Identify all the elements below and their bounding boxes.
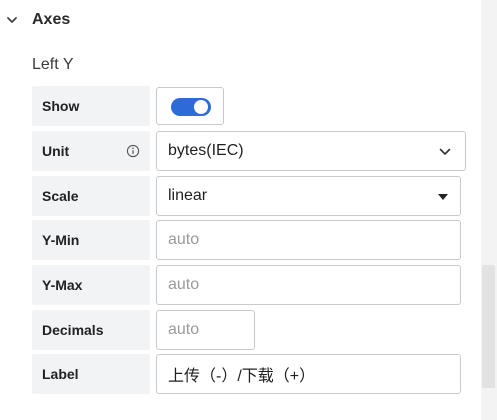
y-min-placeholder: auto [168, 231, 200, 248]
chevron-down-icon [7, 17, 17, 23]
y-max-label: Y-Max [32, 265, 150, 305]
info-icon[interactable] [126, 144, 140, 158]
scale-value: linear [168, 187, 208, 204]
scale-label: Scale [32, 176, 150, 216]
scale-select[interactable]: linear [156, 176, 461, 216]
unit-label-text: Unit [42, 143, 70, 159]
toggle-track [171, 98, 211, 116]
y-max-placeholder: auto [168, 276, 200, 293]
decimals-placeholder: auto [168, 321, 200, 338]
scrollbar-thumb[interactable] [482, 265, 495, 388]
toggle-knob [194, 100, 208, 114]
scale-label-text: Scale [42, 188, 79, 204]
decimals-input[interactable]: auto [156, 310, 255, 350]
section-title: Axes [32, 11, 71, 28]
y-max-input[interactable]: auto [156, 265, 461, 305]
decimals-label: Decimals [32, 310, 150, 350]
axis-label-label: Label [32, 354, 150, 394]
unit-select[interactable]: bytes(IEC) [156, 131, 466, 171]
y-min-input[interactable]: auto [156, 220, 461, 260]
y-min-label: Y-Min [32, 220, 150, 260]
left-y-heading: Left Y [32, 56, 74, 73]
decimals-label-text: Decimals [42, 322, 104, 338]
show-label: Show [32, 86, 150, 126]
axes-section-header[interactable]: Axes [0, 0, 480, 42]
unit-value: bytes(IEC) [168, 142, 244, 159]
y-max-label-text: Y-Max [42, 277, 83, 293]
axis-label-value: 上传（-）/下载（+） [168, 368, 316, 385]
axis-label-input[interactable]: 上传（-）/下载（+） [156, 354, 461, 394]
show-toggle[interactable] [156, 87, 224, 125]
unit-label: Unit [32, 131, 150, 171]
axis-label-label-text: Label [42, 366, 79, 382]
show-label-text: Show [42, 98, 80, 114]
chevron-down-icon [439, 148, 451, 155]
y-min-label-text: Y-Min [42, 232, 80, 248]
caret-down-icon [438, 194, 448, 200]
